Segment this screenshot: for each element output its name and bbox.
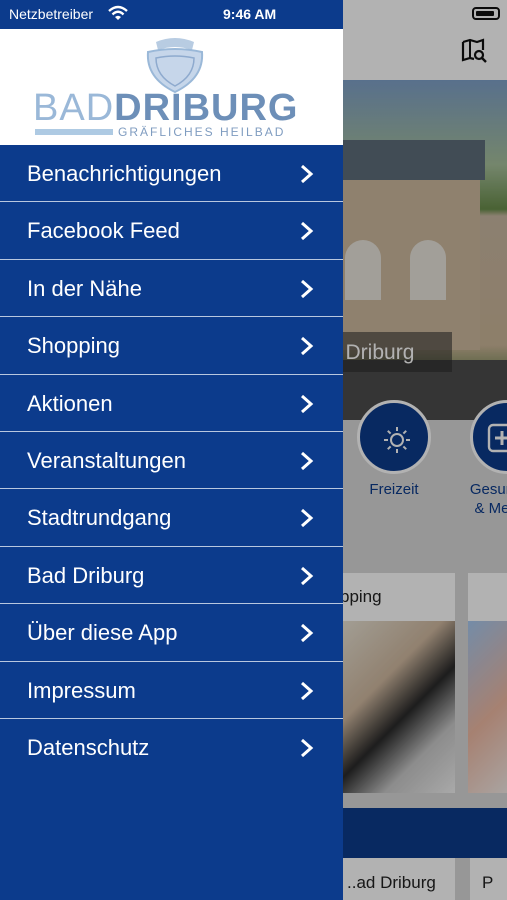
chevron-right-icon [301, 566, 314, 585]
chevron-right-icon [301, 509, 314, 528]
chevron-right-icon [301, 451, 314, 471]
logo-word-bad: BAD [33, 87, 115, 129]
menu-item-aktionen[interactable]: Aktionen [0, 375, 343, 432]
app-logo: BADDRIBURG GRÄFLICHES HEILBAD [0, 29, 343, 145]
chevron-right-icon [301, 222, 314, 241]
status-time: 9:46 AM [223, 6, 277, 22]
menu-item-label: Benachrichtigungen [27, 161, 222, 186]
chevron-right-icon [301, 164, 314, 184]
menu-item-label: Impressum [27, 677, 136, 703]
menu-item-veranstaltungen[interactable]: Veranstaltungen [0, 432, 343, 490]
menu-item-facebook-feed[interactable]: Facebook Feed [0, 202, 343, 260]
menu-item-label: Stadtrundgang [27, 505, 172, 531]
menu-item-ueber-diese-app[interactable]: Über diese App [0, 604, 343, 662]
menu-item-label: Datenschutz [27, 734, 150, 760]
logo-word-driburg: DRIBURG [114, 87, 299, 129]
logo-wordmark: BADDRIBURG [33, 87, 298, 130]
status-bar: Netzbetreiber 9:46 AM [0, 0, 343, 29]
wifi-icon [108, 5, 128, 20]
menu-item-impressum[interactable]: Impressum [0, 662, 343, 719]
drawer-menu: Benachrichtigungen Facebook Feed In der … [0, 145, 343, 776]
menu-item-shopping[interactable]: Shopping [0, 317, 343, 375]
crest-icon [146, 38, 204, 94]
chevron-right-icon [301, 279, 314, 298]
carrier-name: Netzbetreiber [9, 6, 94, 22]
menu-item-label: Bad Driburg [27, 562, 145, 588]
menu-item-stadtrundgang[interactable]: Stadtrundgang [0, 489, 343, 547]
menu-item-label: Facebook Feed [27, 218, 180, 244]
menu-item-in-der-naehe[interactable]: In der Nähe [0, 260, 343, 318]
side-drawer: Netzbetreiber 9:46 AM BADDRIBURG GRÄFLIC… [0, 0, 343, 900]
chevron-right-icon [301, 738, 314, 758]
menu-item-label: Aktionen [27, 390, 113, 416]
menu-item-label: Veranstaltungen [27, 447, 187, 473]
logo-subtitle: GRÄFLICHES HEILBAD [118, 125, 286, 139]
chevron-right-icon [301, 394, 314, 413]
chevron-right-icon [301, 624, 314, 643]
menu-item-label: In der Nähe [27, 275, 142, 301]
menu-item-label: Shopping [27, 333, 120, 359]
menu-item-benachrichtigungen[interactable]: Benachrichtigungen [0, 145, 343, 203]
chevron-right-icon [301, 337, 314, 356]
chevron-right-icon [301, 681, 314, 700]
menu-item-label: Über diese App [27, 620, 178, 646]
menu-item-bad-driburg[interactable]: Bad Driburg [0, 547, 343, 605]
menu-item-datenschutz[interactable]: Datenschutz [0, 719, 343, 776]
